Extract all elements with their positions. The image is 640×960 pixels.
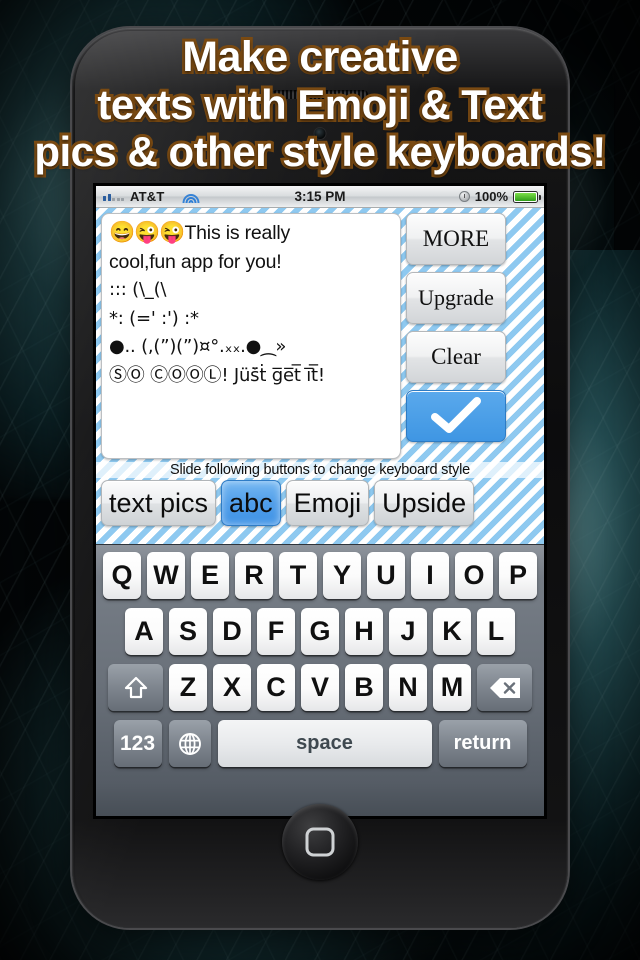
globe-key[interactable]: [168, 720, 211, 767]
carrier-label: AT&T: [130, 189, 165, 204]
key-a[interactable]: A: [125, 608, 163, 655]
backspace-key[interactable]: [477, 664, 532, 711]
home-button[interactable]: [282, 804, 358, 880]
status-time: 3:15 PM: [294, 189, 346, 204]
key-k[interactable]: K: [433, 608, 471, 655]
clock-icon: [458, 191, 470, 202]
key-x[interactable]: X: [213, 664, 251, 711]
home-square-icon: [305, 827, 335, 857]
signal-bars-icon: [103, 192, 124, 201]
key-i[interactable]: I: [411, 552, 449, 599]
key-b[interactable]: B: [345, 664, 383, 711]
headline-line-1: Make creative: [179, 31, 461, 84]
key-e[interactable]: E: [191, 552, 229, 599]
key-q[interactable]: Q: [103, 552, 141, 599]
ios-status-bar: AT&T 3:15 PM 100%: [96, 186, 544, 208]
key-h[interactable]: H: [345, 608, 383, 655]
phone-screen: AT&T 3:15 PM 100% 😄😜😜This is really cool…: [96, 186, 544, 816]
battery-percent-label: 100%: [474, 189, 508, 204]
tab-upside[interactable]: Upside: [374, 480, 475, 526]
key-p[interactable]: P: [499, 552, 537, 599]
key-t[interactable]: T: [279, 552, 317, 599]
ios-keyboard: Q W E R T Y U I O P A S D F G H J K L Z …: [96, 544, 544, 816]
keyboard-row-4: 123 space return: [99, 720, 541, 767]
editor-line: ::: (\_(\: [109, 279, 167, 300]
key-u[interactable]: U: [367, 552, 405, 599]
editor-line: *: (=' :') :*: [109, 307, 199, 329]
keyboard-row-2: A S D F G H J K L: [99, 608, 541, 655]
headline-line-3: pics & other style keyboards!: [31, 125, 609, 178]
key-m[interactable]: M: [433, 664, 471, 711]
wifi-icon: [182, 191, 200, 203]
app-body: 😄😜😜This is really cool,fun app for you! …: [96, 208, 544, 816]
numbers-key[interactable]: 123: [113, 720, 162, 767]
confirm-check-button[interactable]: [406, 390, 506, 442]
upgrade-button[interactable]: Upgrade: [406, 272, 506, 324]
key-l[interactable]: L: [477, 608, 515, 655]
keyboard-style-hint: Slide following buttons to change keyboa…: [96, 462, 544, 478]
globe-icon: [178, 732, 201, 755]
key-f[interactable]: F: [257, 608, 295, 655]
key-n[interactable]: N: [389, 664, 427, 711]
key-y[interactable]: Y: [323, 552, 361, 599]
key-z[interactable]: Z: [169, 664, 207, 711]
key-d[interactable]: D: [213, 608, 251, 655]
key-s[interactable]: S: [169, 608, 207, 655]
editor-line: ⓈⓄ ⒸⓄⓄⓁ! Jüṡ̈ṫ g̅e̅t̅ i̅t̅!: [109, 364, 325, 386]
editor-line: ●.. (,(”)(”)¤°.ₓₓ.●⁔»: [109, 336, 287, 357]
backspace-icon: [489, 677, 520, 698]
key-g[interactable]: G: [301, 608, 339, 655]
more-button[interactable]: MORE: [406, 213, 506, 265]
clear-button[interactable]: Clear: [406, 331, 506, 383]
headline-line-2: texts with Emoji & Text: [94, 78, 546, 131]
promo-headline: Make creative texts with Emoji & Text pi…: [0, 31, 640, 179]
key-o[interactable]: O: [455, 552, 493, 599]
editor-line: 😄😜😜This is really: [109, 219, 394, 248]
status-right-group: 100%: [458, 189, 544, 204]
battery-full-icon: [513, 190, 541, 203]
editor-line: cool,fun app for you!: [109, 250, 282, 273]
tab-text-pics[interactable]: text pics: [101, 480, 217, 526]
tab-abc[interactable]: abc: [221, 480, 281, 526]
key-w[interactable]: W: [147, 552, 185, 599]
emoji-group: 😄😜😜: [109, 221, 185, 244]
tab-emoji[interactable]: Emoji: [285, 480, 370, 526]
editor-area: 😄😜😜This is really cool,fun app for you! …: [96, 208, 544, 459]
key-c[interactable]: C: [257, 664, 295, 711]
key-r[interactable]: R: [235, 552, 273, 599]
key-j[interactable]: J: [389, 608, 427, 655]
check-icon: [431, 397, 481, 433]
shift-key[interactable]: [108, 664, 163, 711]
editor-line-text: This is really: [184, 222, 291, 244]
keyboard-style-tabs: text pics abc Emoji Upside: [96, 478, 544, 526]
shift-arrow-icon: [124, 676, 147, 698]
space-key[interactable]: space: [217, 720, 432, 767]
keyboard-row-3: Z X C V B N M: [99, 664, 541, 711]
key-v[interactable]: V: [301, 664, 339, 711]
return-key[interactable]: return: [438, 720, 527, 767]
side-button-column: MORE Upgrade Clear: [406, 213, 506, 459]
text-input-field[interactable]: 😄😜😜This is really cool,fun app for you! …: [101, 213, 401, 459]
keyboard-row-1: Q W E R T Y U I O P: [99, 552, 541, 599]
